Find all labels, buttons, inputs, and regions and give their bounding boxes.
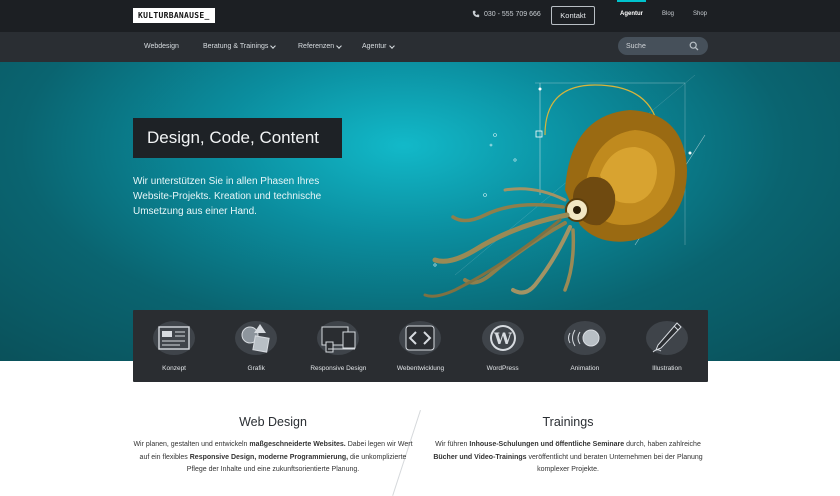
phone-icon [472, 10, 480, 18]
wordpress-icon: W [481, 321, 524, 355]
nav-item-beratung[interactable]: Beratung & Trainings [203, 42, 277, 50]
hero-text: Wir unterstützen Sie in allen Phasen Ihr… [133, 176, 322, 217]
main-nav: Webdesign Beratung & Trainings Referenze… [0, 32, 840, 62]
contact-button[interactable]: Kontakt [551, 6, 595, 25]
chevron-down-icon [336, 42, 343, 49]
chevron-down-icon [388, 42, 395, 49]
animation-icon [563, 321, 606, 355]
chevron-down-icon [270, 42, 277, 49]
service-wordpress[interactable]: W WordPress [462, 310, 544, 382]
nav-item-webdesign[interactable]: Webdesign [144, 43, 179, 50]
nav-item-label: Beratung & Trainings [203, 43, 269, 50]
nav-item-referenzen[interactable]: Referenzen [298, 42, 343, 50]
toplink-shop[interactable]: Shop [693, 11, 707, 17]
section-trainings: Trainings Wir führen Inhouse-Schulungen … [428, 415, 708, 477]
phone-label: 030 - 555 709 666 [484, 10, 541, 18]
top-bar: KULTURBANAUSE_ 030 - 555 709 666 Kontakt… [0, 0, 840, 32]
graphic-icon [235, 321, 278, 355]
service-responsive[interactable]: Responsive Design [297, 310, 379, 382]
section-text: Wir führen Inhouse-Schulungen und öffent… [433, 441, 703, 473]
service-label: Illustration [652, 365, 682, 372]
hero-title: Design, Code, Content [133, 118, 342, 158]
logo[interactable]: KULTURBANAUSE_ [133, 8, 215, 23]
service-label: Animation [570, 365, 600, 372]
concept-icon [153, 321, 196, 355]
service-konzept[interactable]: Konzept [133, 310, 215, 382]
section-text: Wir planen, gestalten und entwickeln maß… [133, 441, 413, 473]
section-title: Trainings [542, 415, 594, 429]
nautilus-illustration [423, 75, 706, 298]
service-grafik[interactable]: Grafik [215, 310, 297, 382]
service-webentwicklung[interactable]: Webentwicklung [379, 310, 461, 382]
search-input[interactable] [626, 40, 686, 52]
svg-text:W: W [493, 329, 513, 348]
nav-item-label: Webdesign [144, 43, 179, 50]
nav-item-label: Agentur [362, 43, 387, 50]
section-title: Web Design [239, 415, 307, 429]
service-label: Webentwicklung [396, 365, 445, 372]
service-illustration[interactable]: Illustration [626, 310, 708, 382]
service-label: Grafik [247, 365, 265, 372]
section-web-design: Web Design Wir planen, gestalten und ent… [133, 415, 413, 477]
service-label: Konzept [162, 365, 186, 372]
services-bar: Konzept Grafik Responsive Design Webentw… [133, 310, 708, 382]
nav-item-agentur[interactable]: Agentur [362, 42, 395, 50]
code-icon [399, 321, 442, 355]
service-label: Responsive Design [310, 365, 367, 372]
search-box [618, 37, 708, 55]
service-label: WordPress [486, 365, 519, 372]
illustration-icon [645, 321, 688, 355]
search-icon[interactable] [689, 41, 699, 51]
nav-item-label: Referenzen [298, 43, 335, 50]
responsive-icon [317, 321, 360, 355]
phone-number[interactable]: 030 - 555 709 666 [472, 10, 541, 18]
service-animation[interactable]: Animation [544, 310, 626, 382]
toplink-blog[interactable]: Blog [662, 11, 674, 17]
toplink-agentur[interactable]: Agentur [617, 0, 646, 17]
